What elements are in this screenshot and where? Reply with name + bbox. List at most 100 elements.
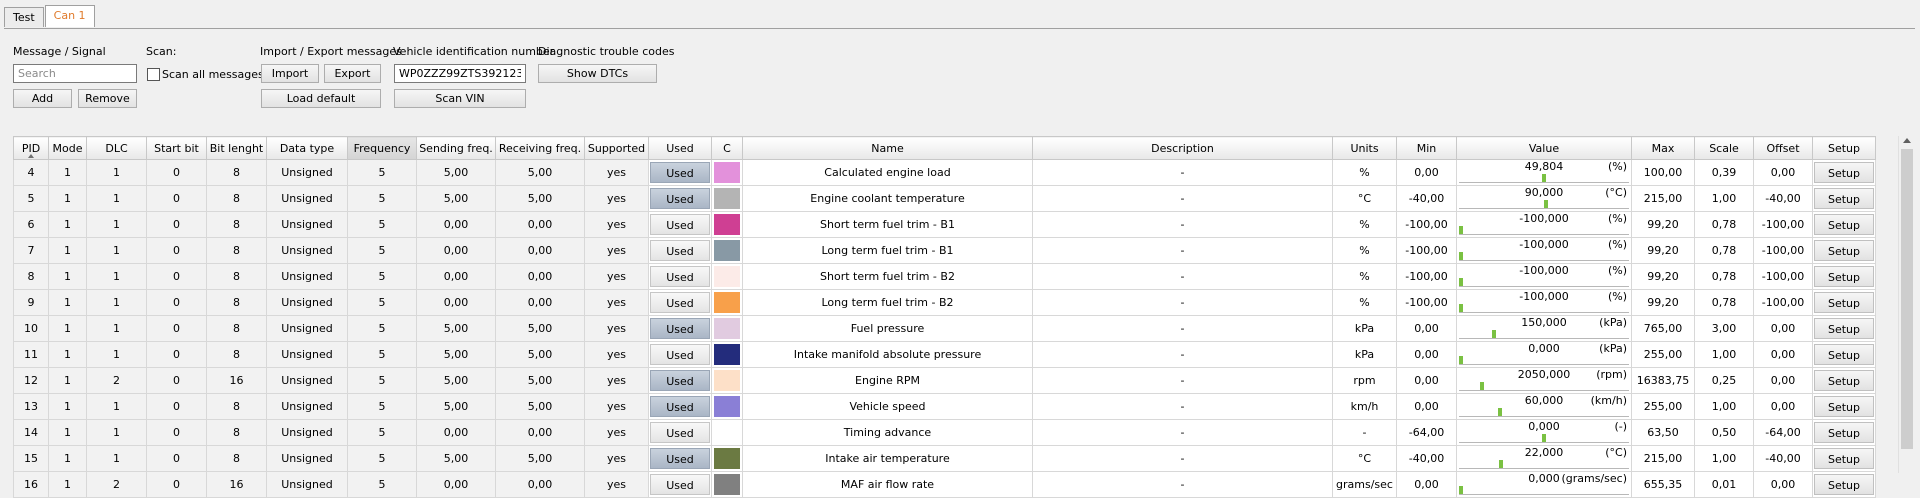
value-slider-thumb[interactable] — [1459, 304, 1463, 312]
value-slider[interactable] — [1459, 434, 1629, 443]
value-slider-thumb[interactable] — [1459, 486, 1463, 494]
color-swatch[interactable] — [714, 162, 740, 183]
vin-field[interactable] — [394, 64, 526, 83]
color-swatch[interactable] — [714, 448, 740, 469]
col-color[interactable]: C — [711, 136, 743, 160]
col-bit-length[interactable]: Bit lenght — [206, 136, 267, 160]
search-input[interactable] — [13, 64, 137, 83]
used-toggle-button[interactable]: Used — [650, 214, 710, 235]
table-row[interactable]: 13 1 1 0 8 Unsigned 5 5,00 5,00 yes Used Vehicle sp… — [13, 393, 1876, 420]
color-swatch[interactable] — [714, 266, 740, 287]
export-button[interactable]: Export — [324, 64, 381, 83]
value-slider[interactable] — [1459, 174, 1629, 183]
used-toggle-button[interactable]: Used — [650, 396, 710, 417]
used-toggle-button[interactable]: Used — [650, 318, 710, 339]
add-button[interactable]: Add — [13, 89, 72, 108]
value-slider-thumb[interactable] — [1459, 252, 1463, 260]
used-toggle-button[interactable]: Used — [650, 240, 710, 261]
value-slider-thumb[interactable] — [1491, 330, 1496, 338]
used-toggle-button[interactable]: Used — [650, 292, 710, 313]
col-setup[interactable]: Setup — [1812, 136, 1876, 160]
setup-button[interactable]: Setup — [1814, 188, 1874, 209]
setup-button[interactable]: Setup — [1814, 266, 1874, 287]
used-toggle-button[interactable]: Used — [650, 422, 710, 443]
value-slider-thumb[interactable] — [1459, 278, 1463, 286]
col-sending-freq[interactable]: Sending freq. — [416, 136, 496, 160]
value-slider-thumb[interactable] — [1459, 356, 1463, 364]
table-row[interactable]: 11 1 1 0 8 Unsigned 5 5,00 5,00 yes Used Intake man… — [13, 341, 1876, 368]
used-toggle-button[interactable]: Used — [650, 188, 710, 209]
tab-can1[interactable]: Can 1 — [44, 5, 95, 27]
col-units[interactable]: Units — [1332, 136, 1397, 160]
col-mode[interactable]: Mode — [48, 136, 87, 160]
setup-button[interactable]: Setup — [1814, 344, 1874, 365]
value-slider-thumb[interactable] — [1543, 200, 1548, 208]
used-toggle-button[interactable]: Used — [650, 344, 710, 365]
col-dlc[interactable]: DLC — [86, 136, 147, 160]
col-description[interactable]: Description — [1032, 136, 1333, 160]
col-min[interactable]: Min — [1396, 136, 1457, 160]
value-slider-thumb[interactable] — [1459, 226, 1463, 234]
col-data-type[interactable]: Data type — [266, 136, 348, 160]
value-slider[interactable] — [1459, 356, 1629, 365]
col-value[interactable]: Value — [1456, 136, 1632, 160]
table-row[interactable]: 8 1 1 0 8 Unsigned 5 0,00 0,00 yes Used Short term … — [13, 263, 1876, 290]
col-scale[interactable]: Scale — [1694, 136, 1754, 160]
setup-button[interactable]: Setup — [1814, 240, 1874, 261]
value-slider-thumb[interactable] — [1498, 408, 1502, 416]
setup-button[interactable]: Setup — [1814, 370, 1874, 391]
color-swatch[interactable] — [714, 344, 740, 365]
scan-all-checkbox[interactable] — [147, 68, 160, 81]
setup-button[interactable]: Setup — [1814, 474, 1874, 495]
table-scrollbar[interactable] — [1898, 136, 1916, 473]
table-row[interactable]: 9 1 1 0 8 Unsigned 5 0,00 0,00 yes Used Long term f… — [13, 289, 1876, 316]
color-swatch[interactable] — [714, 240, 740, 261]
col-receiving-freq[interactable]: Receiving freq. — [495, 136, 585, 160]
value-slider[interactable] — [1459, 200, 1629, 209]
value-slider[interactable] — [1459, 252, 1629, 261]
table-row[interactable]: 4 1 1 0 8 Unsigned 5 5,00 5,00 yes Used Calculated … — [13, 159, 1876, 186]
color-swatch[interactable] — [714, 214, 740, 235]
setup-button[interactable]: Setup — [1814, 318, 1874, 339]
color-swatch[interactable] — [714, 370, 740, 391]
col-max[interactable]: Max — [1631, 136, 1695, 160]
table-row[interactable]: 7 1 1 0 8 Unsigned 5 0,00 0,00 yes Used Long term f… — [13, 237, 1876, 264]
color-swatch[interactable] — [714, 188, 740, 209]
scroll-up-arrow-icon[interactable] — [1903, 138, 1911, 143]
value-slider[interactable] — [1459, 460, 1629, 469]
scrollbar-thumb[interactable] — [1901, 149, 1913, 449]
col-start-bit[interactable]: Start bit — [146, 136, 207, 160]
used-toggle-button[interactable]: Used — [650, 370, 710, 391]
value-slider[interactable] — [1459, 382, 1629, 391]
color-swatch[interactable] — [714, 422, 740, 443]
used-toggle-button[interactable]: Used — [650, 266, 710, 287]
used-toggle-button[interactable]: Used — [650, 448, 710, 469]
table-row[interactable]: 5 1 1 0 8 Unsigned 5 5,00 5,00 yes Used Engine cool… — [13, 185, 1876, 212]
value-slider[interactable] — [1459, 304, 1629, 313]
color-swatch[interactable] — [714, 474, 740, 495]
value-slider[interactable] — [1459, 330, 1629, 339]
setup-button[interactable]: Setup — [1814, 422, 1874, 443]
value-slider-thumb[interactable] — [1542, 434, 1547, 442]
used-toggle-button[interactable]: Used — [650, 474, 710, 495]
color-swatch[interactable] — [714, 318, 740, 339]
table-row[interactable]: 14 1 1 0 8 Unsigned 5 0,00 0,00 yes Used Timing adv… — [13, 419, 1876, 446]
value-slider-thumb[interactable] — [1499, 460, 1504, 468]
value-slider[interactable] — [1459, 486, 1629, 495]
scan-vin-button[interactable]: Scan VIN — [394, 89, 526, 108]
table-row[interactable]: 6 1 1 0 8 Unsigned 5 0,00 0,00 yes Used Short term … — [13, 211, 1876, 238]
import-button[interactable]: Import — [261, 64, 319, 83]
tab-test[interactable]: Test — [4, 7, 44, 27]
col-supported[interactable]: Supported — [584, 136, 649, 160]
table-row[interactable]: 12 1 2 0 16 Unsigned 5 5,00 5,00 yes Used Engine RP… — [13, 367, 1876, 394]
setup-button[interactable]: Setup — [1814, 214, 1874, 235]
value-slider-thumb[interactable] — [1541, 174, 1546, 182]
table-row[interactable]: 10 1 1 0 8 Unsigned 5 5,00 5,00 yes Used Fuel press… — [13, 315, 1876, 342]
remove-button[interactable]: Remove — [78, 89, 137, 108]
col-name[interactable]: Name — [742, 136, 1033, 160]
col-used[interactable]: Used — [648, 136, 712, 160]
col-offset[interactable]: Offset — [1753, 136, 1813, 160]
used-toggle-button[interactable]: Used — [650, 162, 710, 183]
value-slider[interactable] — [1459, 408, 1629, 417]
setup-button[interactable]: Setup — [1814, 448, 1874, 469]
